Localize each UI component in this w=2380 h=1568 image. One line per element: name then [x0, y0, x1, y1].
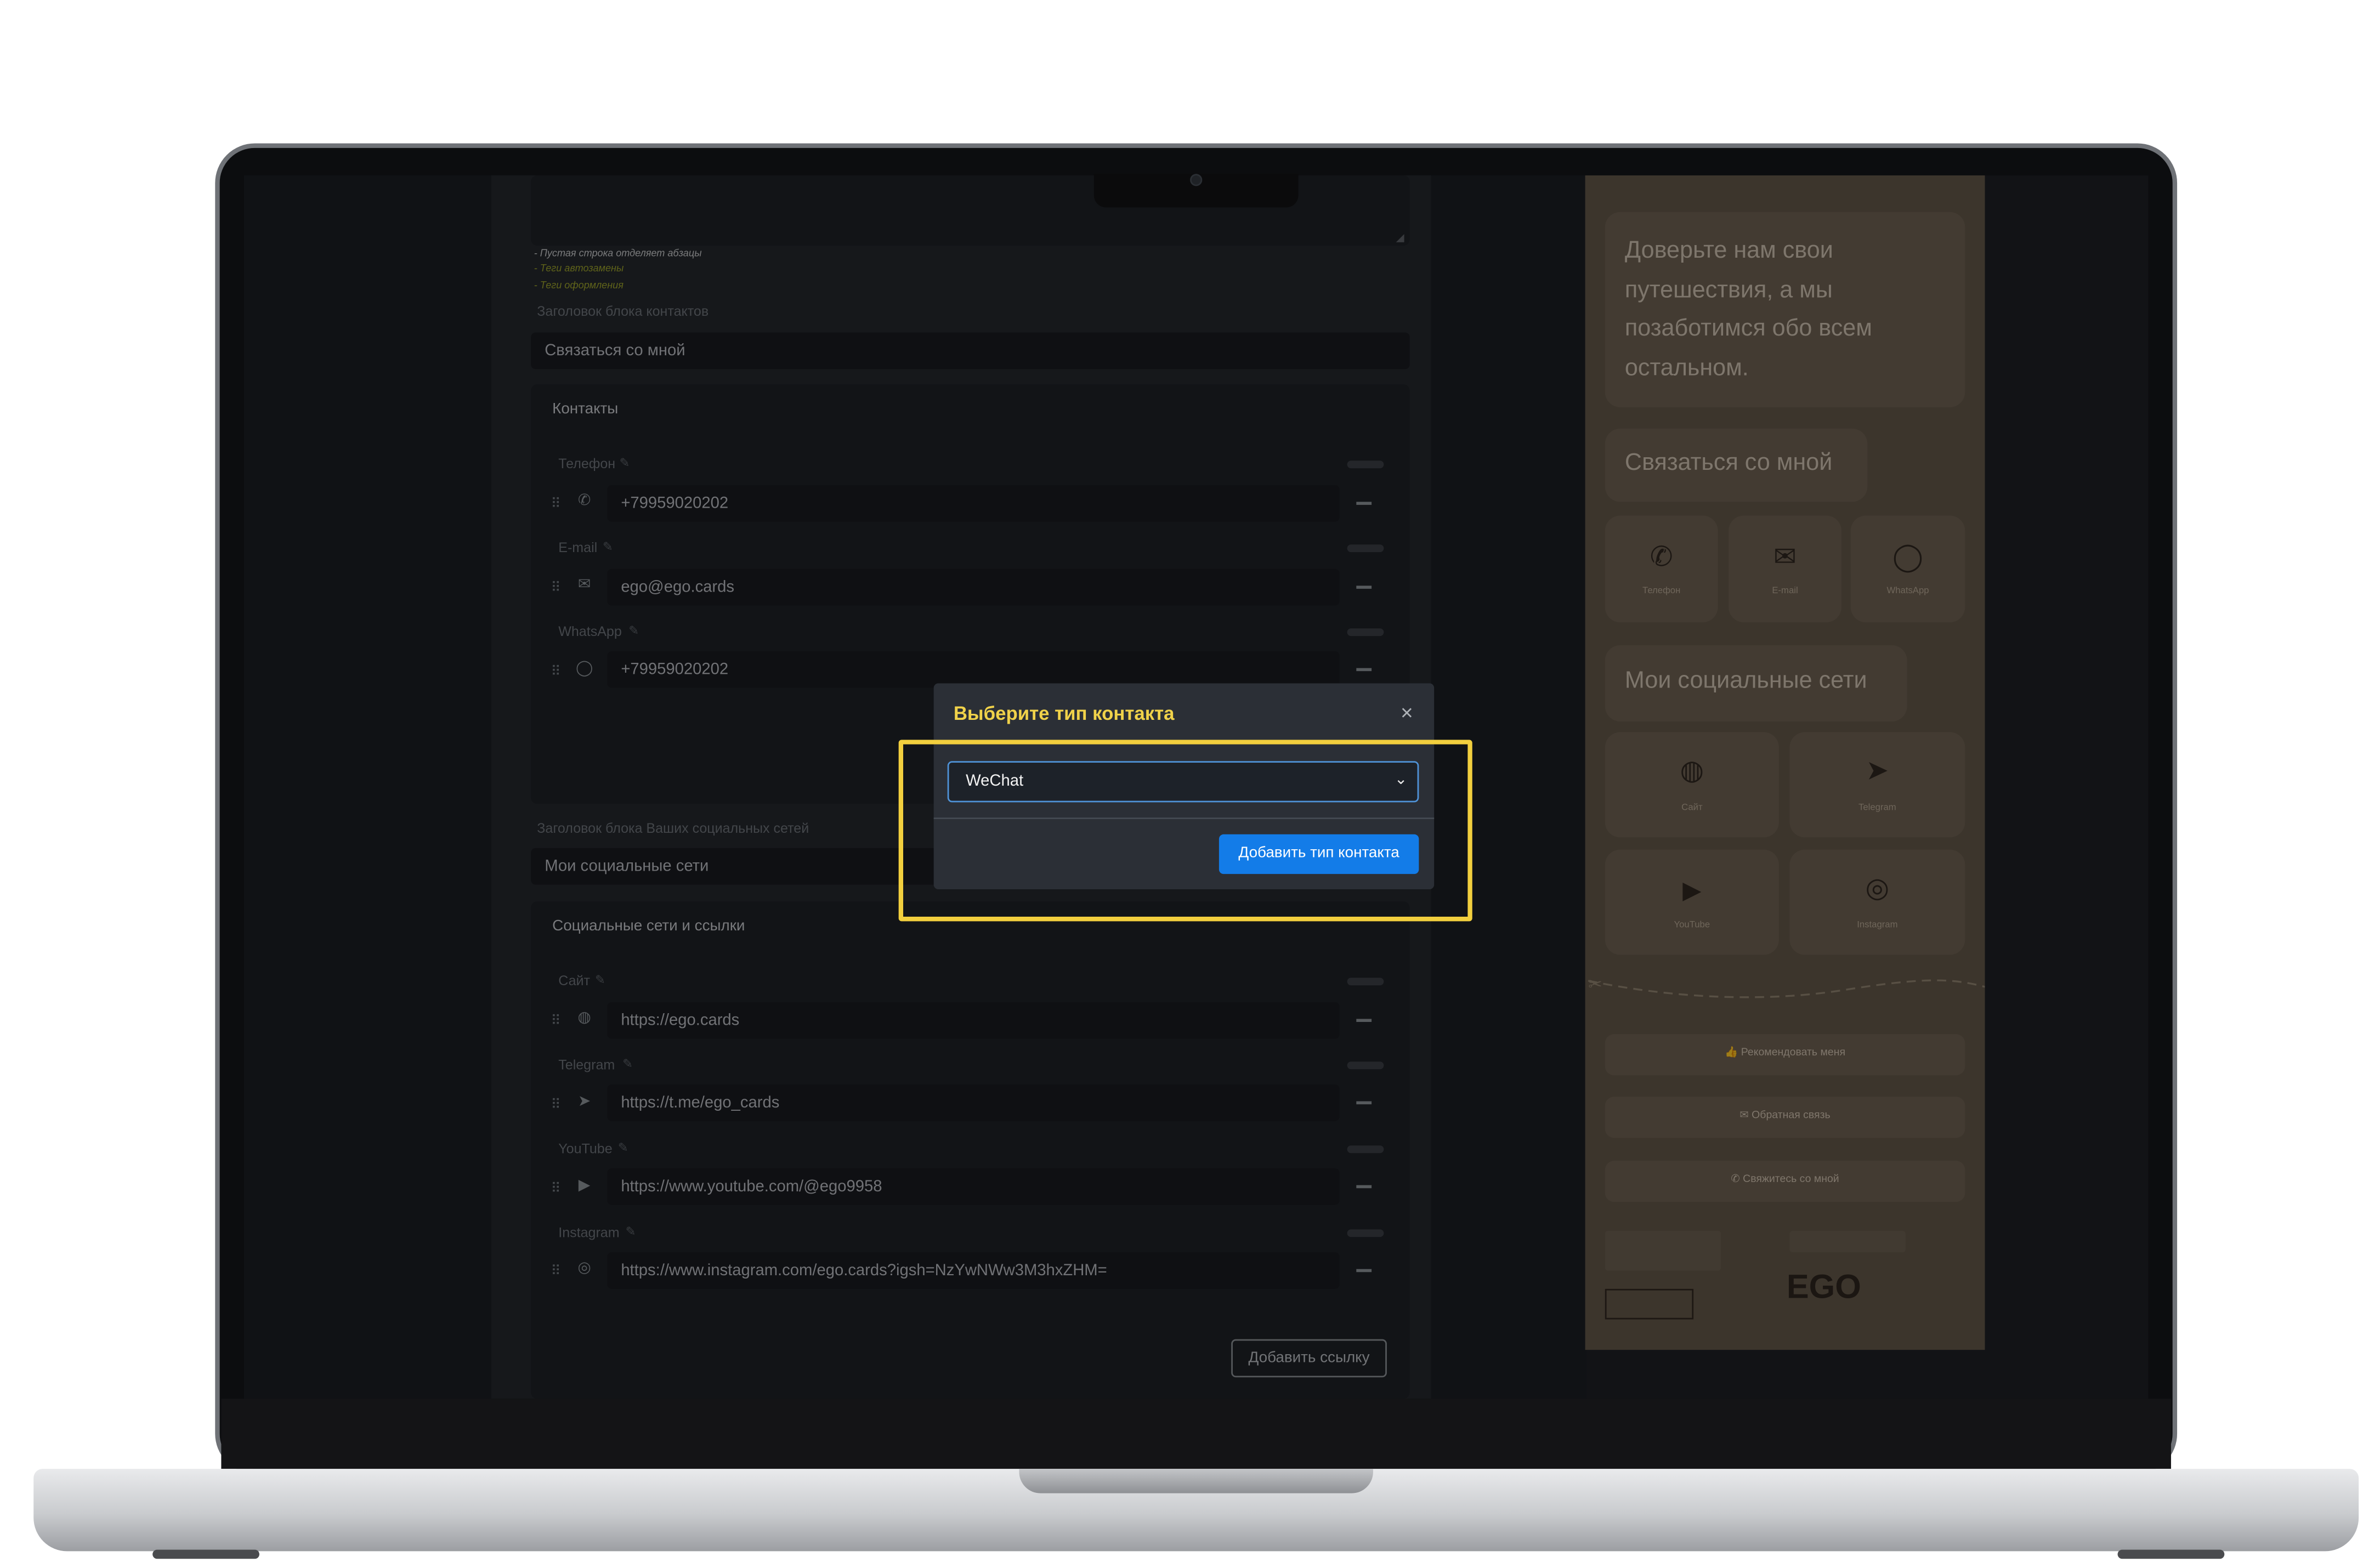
close-icon[interactable]: ×	[1401, 700, 1413, 725]
modal-title: Выберите тип контакта	[953, 703, 1175, 725]
laptop-thumb-notch	[1019, 1469, 1373, 1493]
camera-icon	[1190, 174, 1203, 186]
laptop-foot	[2117, 1549, 2225, 1559]
laptop-mockup: ◢ - Пустая строка отделяет абзацы - Теги…	[0, 0, 2380, 1568]
highlight-frame	[898, 740, 1472, 922]
laptop-foot	[152, 1549, 259, 1559]
laptop-chin	[221, 1399, 2171, 1469]
